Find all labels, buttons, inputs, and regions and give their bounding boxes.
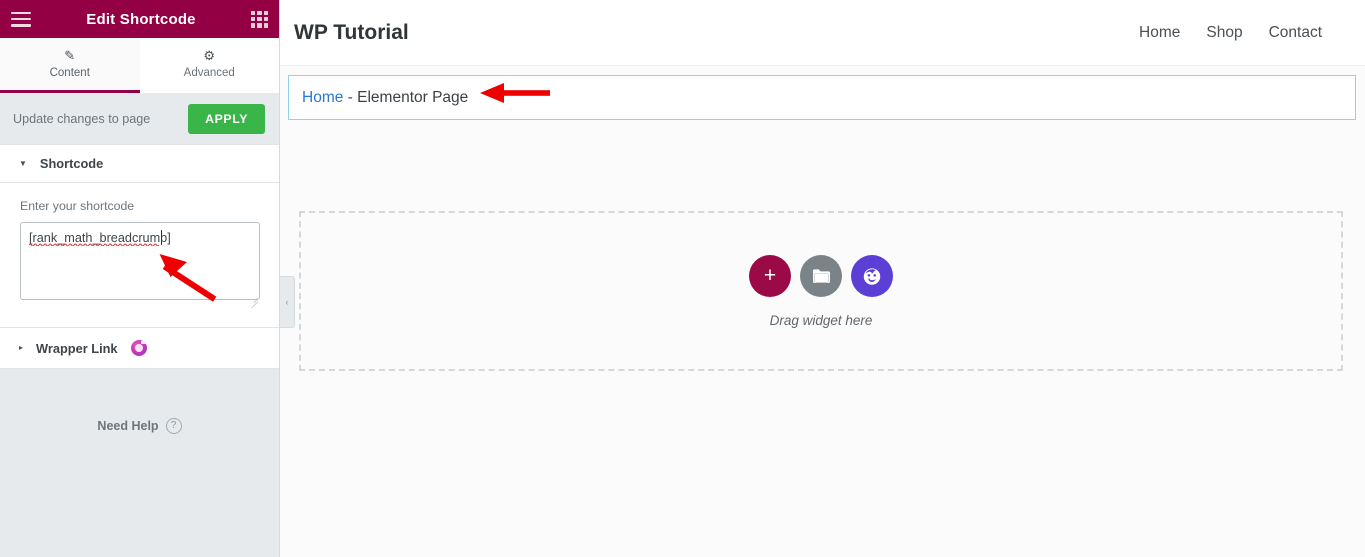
widget-drop-zone[interactable]: + Drag widget here — [299, 211, 1343, 371]
apply-button[interactable]: APPLY — [188, 103, 265, 134]
need-help-label: Need Help — [97, 419, 159, 433]
add-section-button[interactable]: + — [749, 254, 791, 297]
site-title: WP Tutorial — [294, 20, 409, 44]
nav-item-shop[interactable]: Shop — [1206, 24, 1242, 42]
gear-icon: ⚙ — [203, 48, 216, 63]
question-mark-icon: ? — [165, 418, 182, 434]
section-wrapper-link-header[interactable]: ▸ Wrapper Link — [0, 328, 279, 369]
chevron-down-icon: ▼ — [19, 158, 27, 168]
breadcrumb-link-home[interactable]: Home — [302, 89, 343, 106]
plus-icon: + — [763, 264, 777, 287]
shortcode-control: Enter your shortcode — [0, 183, 279, 328]
drop-zone-buttons: + — [749, 254, 893, 297]
site-header: WP Tutorial Home Shop Contact — [280, 0, 1365, 66]
chevron-left-icon: ‹ — [285, 296, 289, 307]
shortcode-input[interactable] — [20, 222, 260, 300]
elementor-editor: Edit Shortcode ✎ Content ⚙ Advanced Upda… — [0, 0, 1365, 557]
section-shortcode-header[interactable]: ▼ Shortcode — [0, 144, 279, 183]
tab-advanced[interactable]: ⚙ Advanced — [139, 38, 279, 93]
elementor-left-panel: Edit Shortcode ✎ Content ⚙ Advanced Upda… — [0, 0, 280, 557]
panel-header: Edit Shortcode — [0, 0, 279, 38]
breadcrumb: Home - Elementor Page — [302, 89, 468, 107]
breadcrumb-current: Elementor Page — [357, 88, 469, 106]
apply-bar: Update changes to page APPLY — [0, 93, 279, 144]
shortcode-label: Enter your shortcode — [20, 199, 135, 213]
shortcode-textarea-wrap — [20, 222, 260, 309]
breadcrumb-separator: - — [343, 88, 358, 106]
nav-item-home[interactable]: Home — [1139, 24, 1180, 42]
widget-grid-icon[interactable] — [251, 10, 268, 28]
add-template-button[interactable] — [851, 254, 893, 297]
need-help-button[interactable]: Need Help ? — [0, 418, 279, 434]
panel-title: Edit Shortcode — [86, 10, 196, 28]
section-wrapper-link-title: Wrapper Link — [36, 340, 118, 356]
nav-item-contact[interactable]: Contact — [1269, 24, 1322, 42]
tab-advanced-label: Advanced — [183, 67, 235, 79]
hamburger-menu-icon[interactable] — [11, 11, 31, 27]
tab-content[interactable]: ✎ Content — [0, 38, 140, 93]
breadcrumb-widget[interactable]: Home - Elementor Page — [288, 75, 1356, 120]
chevron-right-icon: ▸ — [19, 343, 24, 352]
elementor-pro-badge-icon — [130, 340, 147, 356]
template-face-icon — [863, 267, 881, 285]
preview-canvas: WP Tutorial Home Shop Contact Home - Ele… — [280, 0, 1365, 557]
folder-icon — [812, 268, 830, 283]
tab-content-label: Content — [49, 67, 90, 79]
pencil-icon: ✎ — [64, 48, 76, 63]
drop-zone-hint: Drag widget here — [769, 312, 873, 328]
panel-collapse-handle[interactable]: ‹ — [280, 276, 295, 328]
site-nav: Home Shop Contact — [1139, 24, 1322, 42]
panel-tabs: ✎ Content ⚙ Advanced — [0, 38, 279, 93]
apply-bar-text: Update changes to page — [13, 111, 151, 126]
add-folder-button[interactable] — [800, 254, 842, 297]
section-shortcode-title: Shortcode — [39, 156, 104, 171]
